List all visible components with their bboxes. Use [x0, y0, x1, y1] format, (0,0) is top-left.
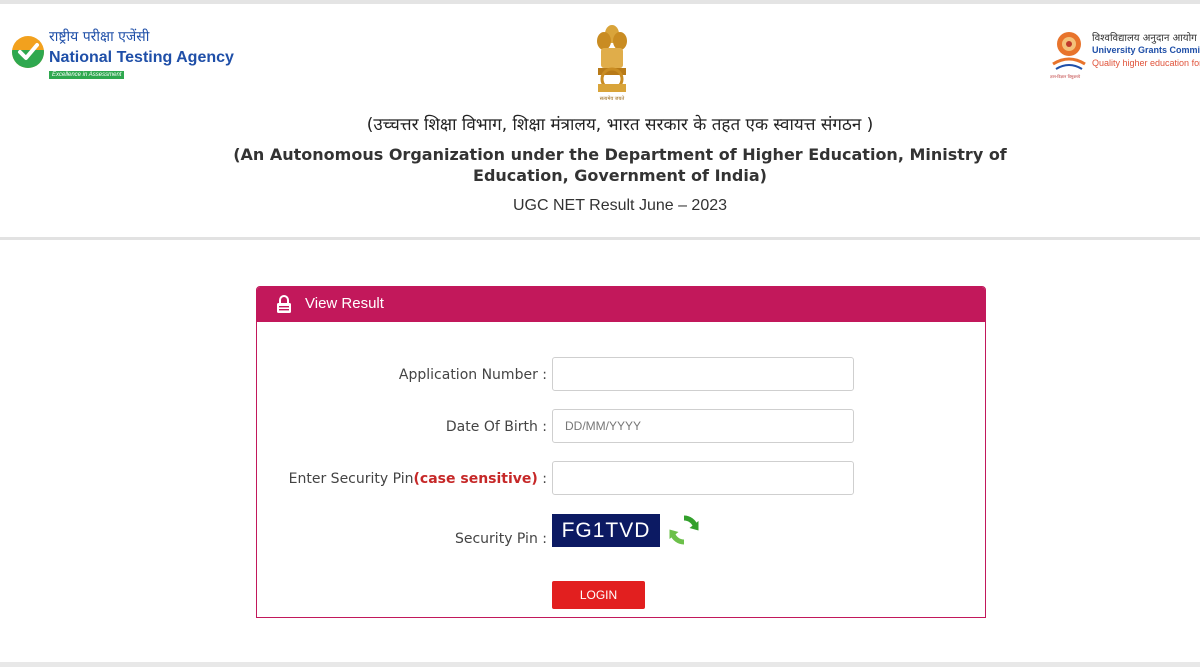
date-of-birth-input[interactable] [552, 409, 854, 443]
ugc-english-name: University Grants Commission [1092, 45, 1200, 55]
nta-tagline: Excellence in Assessment [49, 71, 125, 79]
view-result-panel: View Result Application Number : Date Of… [256, 286, 986, 618]
application-number-label-box: Application Number : [257, 367, 547, 391]
captcha-image: FG1TVD [552, 514, 660, 547]
page-subtitle: UGC NET Result June – 2023 [512, 197, 728, 214]
footer-border [0, 662, 1200, 667]
ugc-logo[interactable]: विश्वविद्यालय अनुदान आयोग University Gra… [1050, 30, 1200, 90]
ugc-tagline: Quality higher education for all [1092, 58, 1200, 68]
ugc-emblem-icon [1052, 32, 1086, 70]
nta-check-icon [12, 36, 44, 68]
organization-english-line: (An Autonomous Organization under the De… [233, 145, 1007, 185]
nta-logo[interactable]: राष्ट्रीय परीक्षा एजेंसी National Testin… [12, 26, 234, 86]
panel-title: View Result [305, 295, 384, 312]
organization-hindi-line: (उच्चत्तर शिक्षा विभाग, शिक्षा मंत्रालय,… [366, 115, 874, 135]
lock-icon [277, 295, 291, 313]
date-of-birth-label-box: Date Of Birth : [257, 419, 547, 443]
emblem-motto: सत्यमेव जयते [599, 96, 625, 102]
date-of-birth-label: Date Of Birth : [445, 419, 547, 435]
national-emblem: सत्यमेव जयते [592, 24, 632, 106]
nta-english-name: National Testing Agency [49, 49, 234, 66]
security-pin-label-suffix: : [537, 471, 547, 487]
application-number-input[interactable] [552, 357, 854, 391]
case-sensitive-note: (case sensitive) [413, 471, 538, 487]
application-number-label: Application Number : [398, 367, 547, 383]
ugc-hindi-name: विश्वविद्यालय अनुदान आयोग [1092, 33, 1197, 44]
captcha-label-box: Security Pin : [257, 531, 547, 555]
header-divider [0, 237, 1200, 240]
panel-heading: View Result [257, 287, 985, 322]
security-pin-input[interactable] [552, 461, 854, 495]
ugc-small-text: ज्ञान-विज्ञान विमुक्तये [1050, 74, 1081, 79]
login-button[interactable]: LOGIN [552, 581, 645, 609]
captcha-label: Security Pin : [454, 531, 547, 547]
page-header: राष्ट्रीय परीक्षा एजेंसी National Testin… [0, 4, 1200, 237]
refresh-icon[interactable] [667, 513, 701, 547]
emblem-icon [597, 25, 627, 92]
nta-hindi-name: राष्ट्रीय परीक्षा एजेंसी [49, 29, 150, 45]
security-pin-label-main: Enter Security Pin [288, 471, 414, 487]
security-pin-label-box: Enter Security Pin(case sensitive) : [257, 471, 547, 495]
security-pin-label: Enter Security Pin(case sensitive) : [247, 471, 547, 487]
